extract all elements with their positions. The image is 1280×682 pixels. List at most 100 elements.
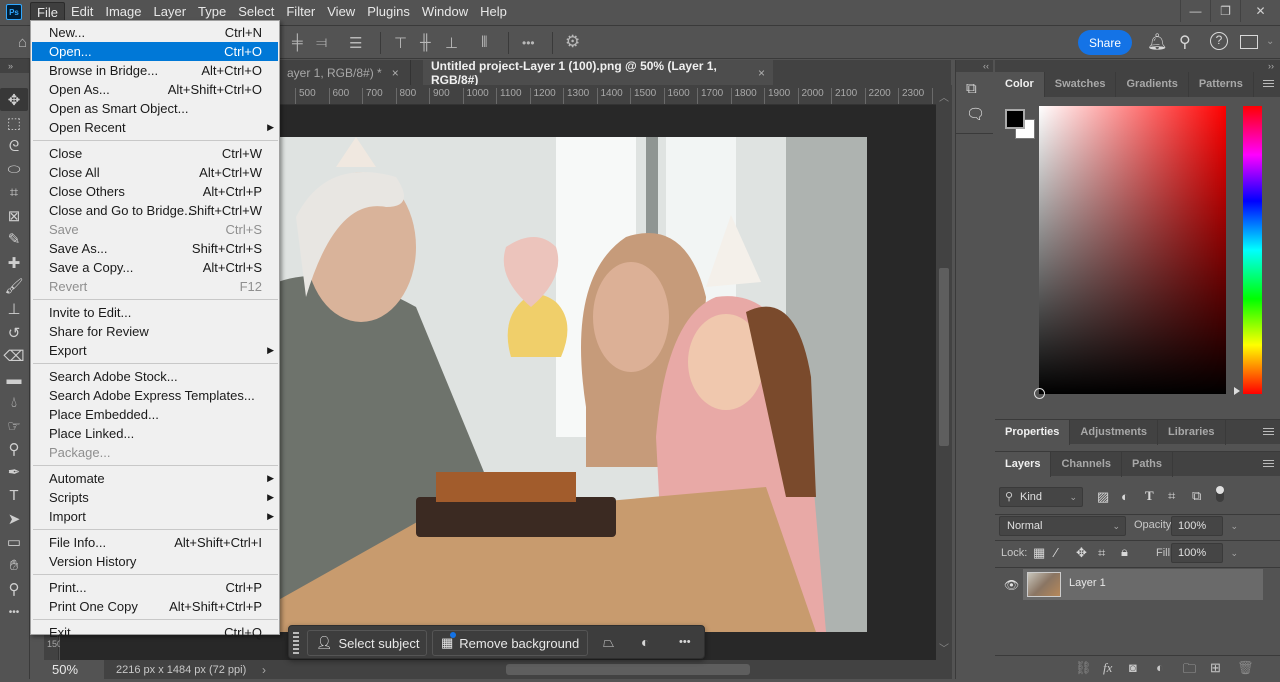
tab-document-1[interactable]: ayer 1, RGB/8#) * ×: [279, 60, 411, 85]
chevron-down-icon[interactable]: ⌄: [1230, 544, 1238, 562]
blur-tool-icon[interactable]: 💧︎: [0, 391, 28, 414]
lock-position-icon[interactable]: ✥: [1076, 545, 1087, 561]
restore-button[interactable]: ❐: [1210, 0, 1240, 22]
menu-window[interactable]: Window: [416, 2, 474, 23]
menu-item-new[interactable]: New... Ctrl+N: [32, 23, 278, 42]
zoom-level[interactable]: 50%: [44, 660, 104, 679]
path-selection-tool-icon[interactable]: ➤: [0, 507, 28, 530]
eraser-tool-icon[interactable]: ⌫: [0, 344, 28, 367]
eye-icon[interactable]: 👁︎: [1004, 578, 1019, 592]
pen-tool-icon[interactable]: ✒: [0, 461, 28, 484]
adjustment-icon[interactable]: ◐: [641, 634, 649, 650]
minimize-button[interactable]: —: [1180, 0, 1210, 22]
menu-item-search-adobe-express-templates[interactable]: Search Adobe Express Templates...: [32, 386, 278, 405]
workspace-icon[interactable]: [1240, 35, 1258, 49]
help-icon[interactable]: ?: [1210, 32, 1228, 50]
gradient-tool-icon[interactable]: ▬: [0, 368, 28, 391]
align-middle-v-icon[interactable]: ╫: [420, 34, 431, 51]
select-subject-button[interactable]: 👤︎ Select subject: [307, 630, 427, 656]
tab-layers[interactable]: Layers: [995, 452, 1052, 477]
menu-item-print-one-copy[interactable]: Print One Copy Alt+Shift+Ctrl+P: [32, 597, 278, 616]
align-center-h-icon[interactable]: ╪: [292, 34, 303, 51]
frame-tool-icon[interactable]: ⊠: [0, 204, 28, 227]
align-bottom-icon[interactable]: ⊥: [445, 34, 458, 52]
layer-name[interactable]: Layer 1: [1069, 577, 1106, 589]
menu-item-export[interactable]: Export ▶: [32, 341, 278, 360]
align-right-icon[interactable]: ⫤: [316, 34, 327, 51]
marquee-tool-icon[interactable]: ⬚: [0, 111, 28, 134]
scroll-up-icon[interactable]: ︿: [939, 89, 949, 104]
menu-item-automate[interactable]: Automate ▶: [32, 469, 278, 488]
panel-collapse[interactable]: ››: [995, 60, 1280, 72]
menu-help[interactable]: Help: [474, 2, 513, 23]
lock-image-pixels-icon[interactable]: ⁄: [1055, 545, 1057, 560]
tab-channels[interactable]: Channels: [1051, 452, 1122, 477]
tab-swatches[interactable]: Swatches: [1045, 72, 1117, 97]
comment-icon[interactable]: 🗨︎: [956, 97, 993, 123]
hand-tool-icon[interactable]: ✋︎: [0, 554, 28, 577]
tab-color[interactable]: Color: [995, 72, 1045, 97]
tab-libraries[interactable]: Libraries: [1158, 420, 1226, 445]
crop-tool-icon[interactable]: ⌗: [0, 181, 28, 204]
horizontal-scrollbar[interactable]: [506, 664, 750, 675]
lock-all-icon[interactable]: 🔒︎: [1121, 544, 1128, 560]
object-selection-tool-icon[interactable]: ⬭: [0, 158, 28, 181]
more-icon[interactable]: •••: [679, 636, 691, 648]
lock-artboard-icon[interactable]: ⌗: [1098, 545, 1105, 561]
menu-item-search-adobe-stock[interactable]: Search Adobe Stock...: [32, 367, 278, 386]
menu-item-browse-in-bridge[interactable]: Browse in Bridge... Alt+Ctrl+O: [32, 61, 278, 80]
close-tab-icon[interactable]: ×: [758, 66, 765, 80]
menu-item-place-embedded[interactable]: Place Embedded...: [32, 405, 278, 424]
menu-item-save-as[interactable]: Save As... Shift+Ctrl+S: [32, 239, 278, 258]
history-icon[interactable]: ⧉: [956, 72, 993, 97]
history-brush-tool-icon[interactable]: ↺: [0, 321, 28, 344]
chevron-down-icon[interactable]: ⌄: [1230, 517, 1238, 535]
menu-view[interactable]: View: [321, 2, 361, 23]
filter-pixel-icon[interactable]: ▨: [1097, 489, 1109, 505]
tab-paths[interactable]: Paths: [1122, 452, 1173, 477]
menu-item-import[interactable]: Import ▶: [32, 507, 278, 526]
menu-item-open-as[interactable]: Open As... Alt+Shift+Ctrl+O: [32, 80, 278, 99]
more-options-icon[interactable]: •••: [522, 36, 535, 50]
toolbar-collapse[interactable]: »: [0, 59, 29, 73]
filter-toggle[interactable]: [1216, 486, 1224, 502]
scroll-down-icon[interactable]: ﹀: [939, 640, 949, 655]
zoom-tool-icon[interactable]: ⚲: [0, 577, 28, 600]
opacity-input[interactable]: 100% ⌄: [1171, 516, 1238, 536]
menu-item-exit[interactable]: Exit Ctrl+Q: [32, 623, 278, 642]
fx-icon[interactable]: fx: [1103, 660, 1112, 676]
lock-transparent-pixels-icon[interactable]: ▦: [1033, 545, 1045, 561]
type-tool-icon[interactable]: T: [0, 484, 28, 507]
home-icon[interactable]: ⌂: [18, 34, 27, 51]
eyedropper-tool-icon[interactable]: ✎: [0, 228, 28, 251]
hue-slider[interactable]: [1243, 106, 1262, 394]
menu-item-open-recent[interactable]: Open Recent ▶: [32, 118, 278, 137]
rectangle-tool-icon[interactable]: ▭: [0, 531, 28, 554]
tab-patterns[interactable]: Patterns: [1189, 72, 1254, 97]
adjustment-layer-icon[interactable]: ◐: [1156, 660, 1164, 675]
blend-mode-dropdown[interactable]: Normal ⌄: [999, 516, 1126, 536]
filter-type-icon[interactable]: T: [1145, 488, 1154, 504]
menu-item-share-for-review[interactable]: Share for Review: [32, 322, 278, 341]
panel-menu-icon[interactable]: [1263, 80, 1274, 89]
scroll-thumb[interactable]: [939, 268, 949, 446]
lasso-tool-icon[interactable]: ᘓ: [0, 135, 28, 158]
menu-item-save-a-copy[interactable]: Save a Copy... Alt+Ctrl+S: [32, 258, 278, 277]
menu-plugins[interactable]: Plugins: [361, 2, 416, 23]
hue-slider-handle[interactable]: [1234, 387, 1240, 395]
menu-item-close[interactable]: Close Ctrl+W: [32, 144, 278, 163]
filter-shape-icon[interactable]: ⌗: [1168, 488, 1175, 504]
brush-tool-icon[interactable]: 🖌︎: [0, 274, 28, 297]
dodge-tool-icon[interactable]: ⚲: [0, 437, 28, 460]
distribute-v-icon[interactable]: ⦀: [481, 34, 488, 51]
menu-item-version-history[interactable]: Version History: [32, 552, 278, 571]
filter-adjustment-icon[interactable]: ◐: [1121, 489, 1129, 504]
color-picker-cursor[interactable]: [1034, 388, 1045, 399]
workspace-chevron-icon[interactable]: ⌄: [1266, 36, 1274, 47]
trash-icon[interactable]: 🗑︎: [1237, 660, 1254, 676]
document-image[interactable]: [266, 137, 867, 632]
healing-brush-tool-icon[interactable]: ✚: [0, 251, 28, 274]
menu-item-print[interactable]: Print... Ctrl+P: [32, 578, 278, 597]
align-top-icon[interactable]: ⊤: [394, 34, 407, 52]
saturation-value-field[interactable]: [1034, 106, 1226, 399]
